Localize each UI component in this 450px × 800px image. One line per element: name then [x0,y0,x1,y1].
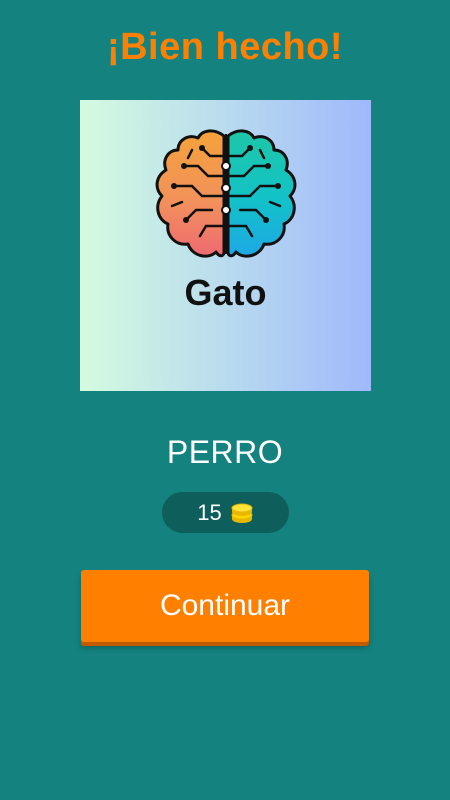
answer-text: PERRO [166,434,284,470]
coins-icon [231,503,253,523]
page-title: ¡Bien hecho! [106,26,344,68]
card-word: Gato [184,272,267,313]
coins-badge: 15 [162,492,289,533]
coins-value: 15 [197,499,222,525]
continue-button[interactable]: Continuar [81,570,369,642]
picture-card: Gato [80,100,371,391]
brain-icon [155,129,297,258]
